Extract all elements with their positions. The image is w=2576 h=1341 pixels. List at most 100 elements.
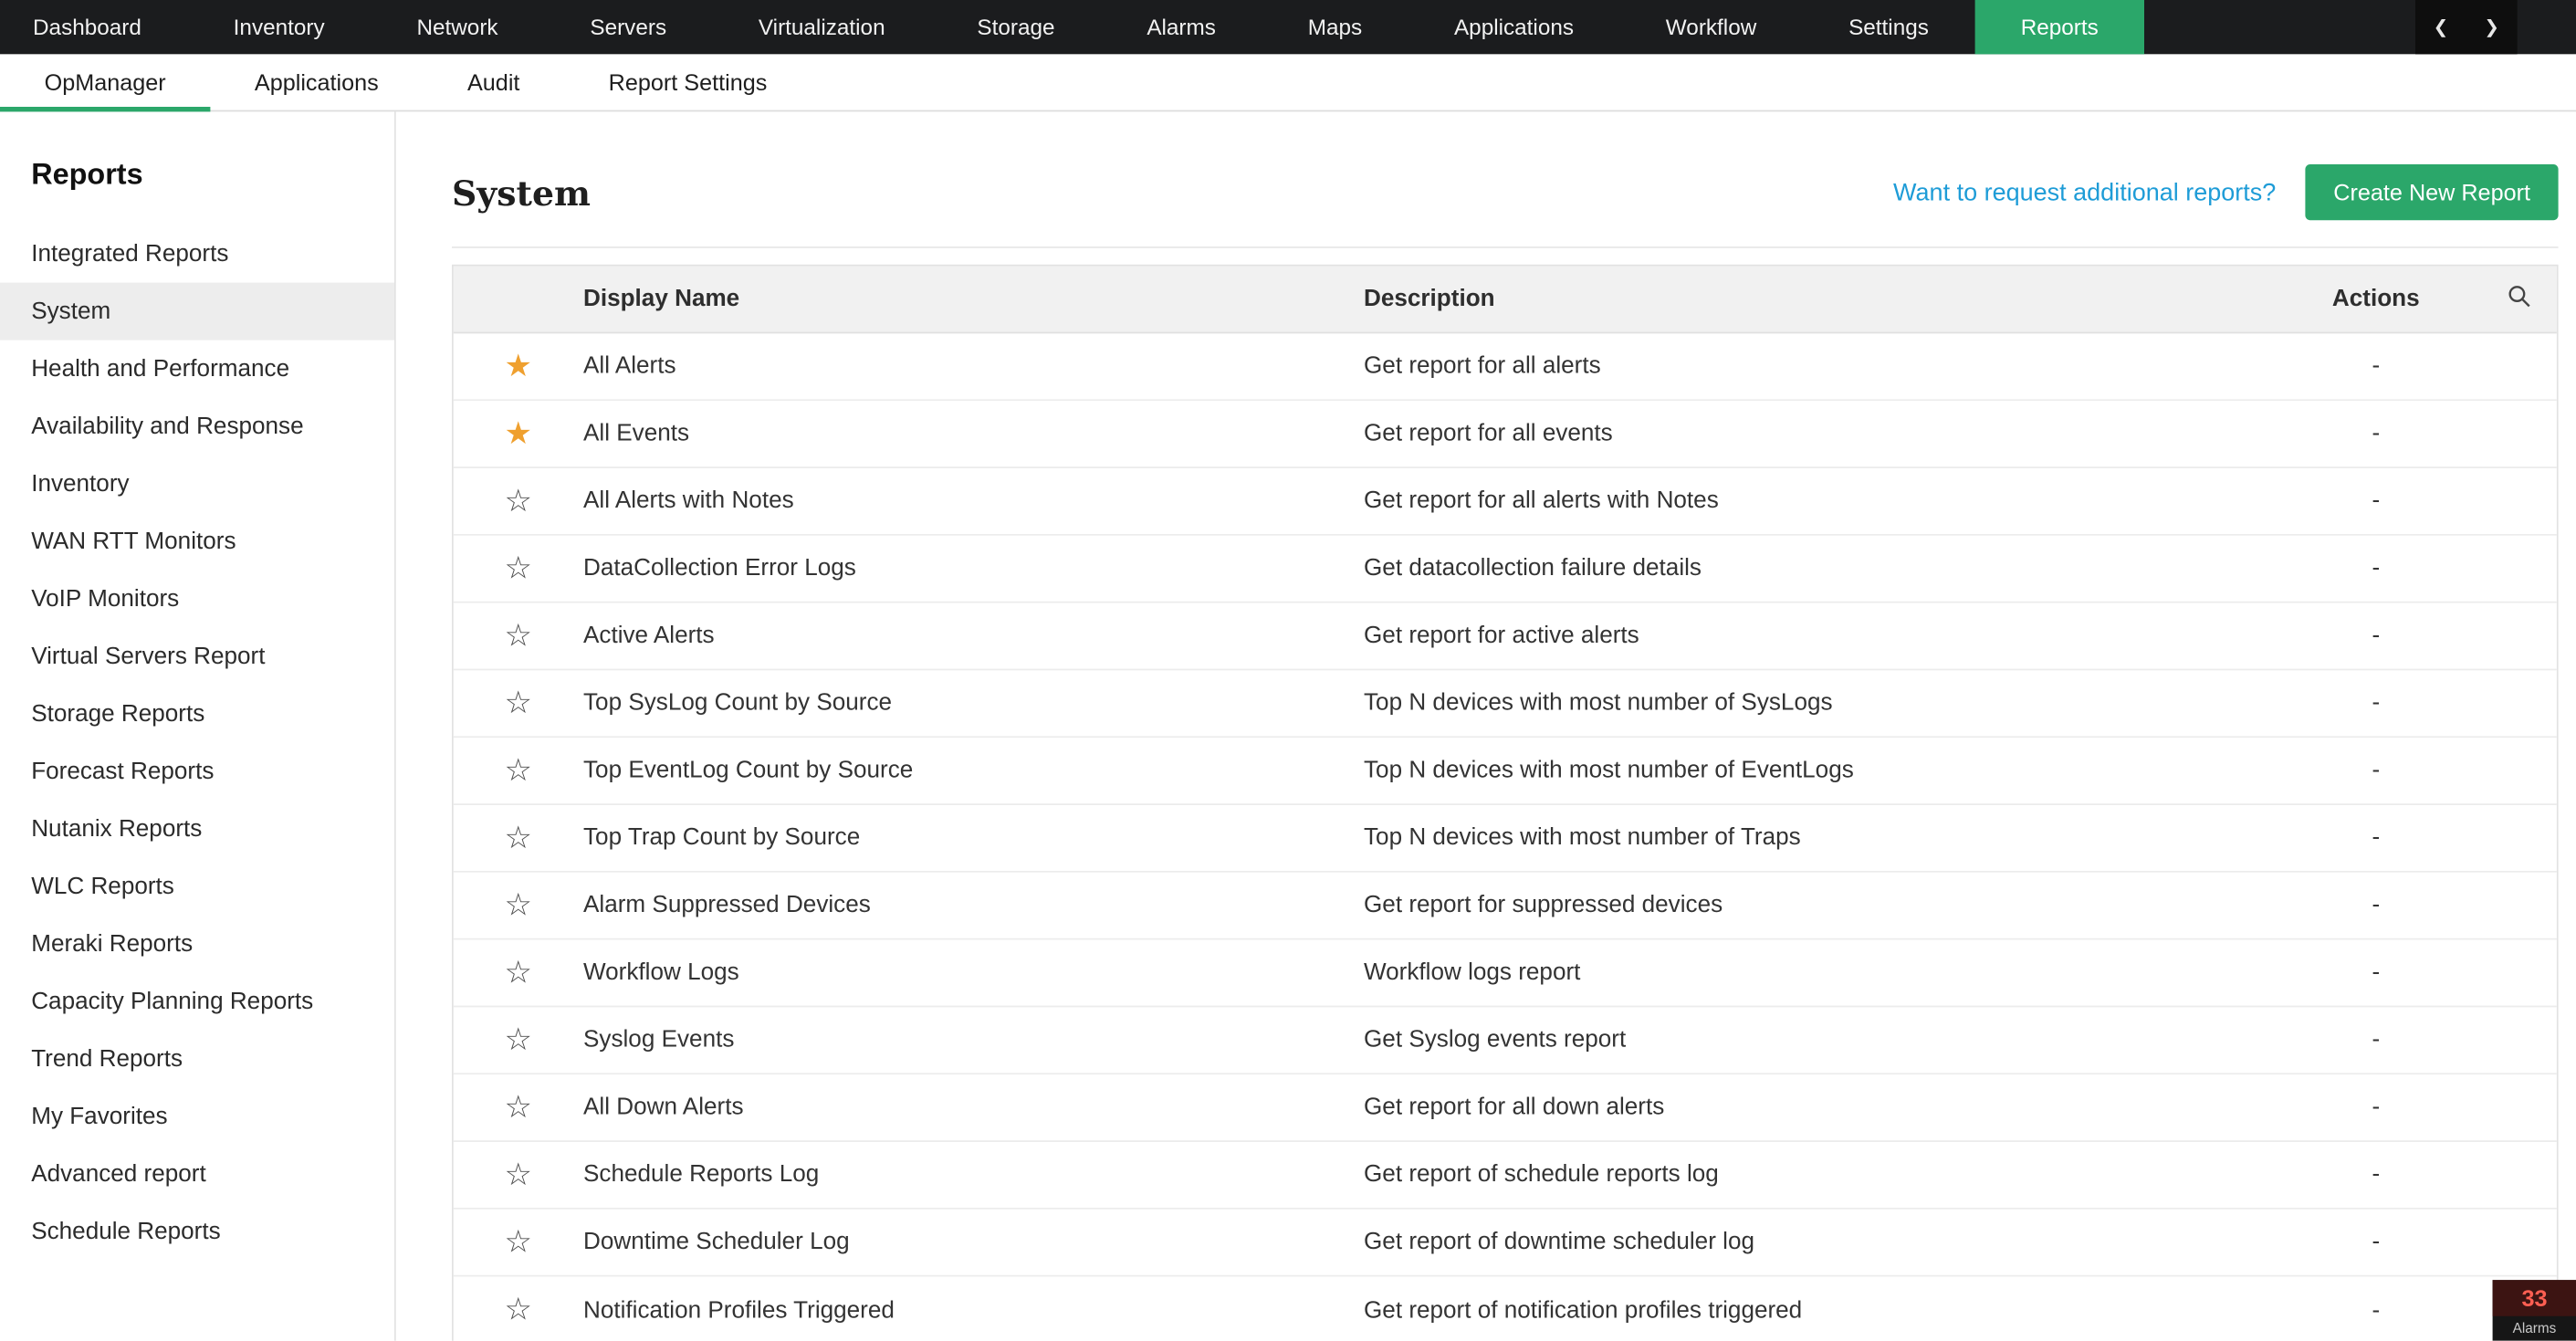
top-nav-item-settings[interactable]: Settings xyxy=(1803,0,1975,54)
favorite-cell: ☆ xyxy=(454,687,583,718)
report-name-link[interactable]: Workflow Logs xyxy=(583,959,1364,986)
sidebar-item-wlc-reports[interactable]: WLC Reports xyxy=(0,858,394,916)
report-description: Top N devices with most number of EventL… xyxy=(1364,758,2269,784)
opmanager-reports-page: DashboardInventoryNetworkServersVirtuali… xyxy=(0,0,2576,1341)
report-name-link[interactable]: Syslog Events xyxy=(583,1027,1364,1053)
report-description: Top N devices with most number of Traps xyxy=(1364,825,2269,852)
request-reports-link[interactable]: Want to request additional reports? xyxy=(1893,178,2276,206)
report-name-link[interactable]: All Events xyxy=(583,421,1364,447)
sidebar-item-health-and-performance[interactable]: Health and Performance xyxy=(0,340,394,398)
sidebar-item-voip-monitors[interactable]: VoIP Monitors xyxy=(0,571,394,628)
favorite-star-filled-icon[interactable]: ★ xyxy=(505,351,533,382)
table-row: ☆Downtime Scheduler LogGet report of dow… xyxy=(454,1210,2557,1277)
column-header-actions[interactable]: Actions xyxy=(2269,286,2483,312)
report-name-link[interactable]: DataCollection Error Logs xyxy=(583,555,1364,581)
sub-nav-item-report-settings[interactable]: Report Settings xyxy=(564,54,812,110)
top-nav-item-inventory[interactable]: Inventory xyxy=(187,0,371,54)
report-actions-value: - xyxy=(2269,488,2483,515)
top-nav-item-virtualization[interactable]: Virtualization xyxy=(712,0,930,54)
column-header-description[interactable]: Description xyxy=(1364,286,2269,312)
report-description: Get report of schedule reports log xyxy=(1364,1162,2269,1189)
favorite-star-outline-icon[interactable]: ☆ xyxy=(505,958,533,989)
sidebar-item-capacity-planning-reports[interactable]: Capacity Planning Reports xyxy=(0,973,394,1031)
favorite-cell: ☆ xyxy=(454,1227,583,1258)
top-nav-item-applications[interactable]: Applications xyxy=(1408,0,1620,54)
favorite-star-outline-icon[interactable]: ☆ xyxy=(505,687,533,718)
sidebar-item-availability-and-response[interactable]: Availability and Response xyxy=(0,398,394,456)
report-name-link[interactable]: Top Trap Count by Source xyxy=(583,825,1364,852)
report-name-link[interactable]: Downtime Scheduler Log xyxy=(583,1229,1364,1255)
report-description: Get datacollection failure details xyxy=(1364,555,2269,581)
report-actions-value: - xyxy=(2269,1095,2483,1121)
report-actions-value: - xyxy=(2269,892,2483,918)
report-name-link[interactable]: All Alerts xyxy=(583,353,1364,380)
table-row: ☆ Schedule Reports LogGet report of sched… xyxy=(454,1142,2557,1210)
favorite-star-outline-icon[interactable]: ☆ xyxy=(505,890,533,921)
favorite-star-outline-icon[interactable]: ☆ xyxy=(505,755,533,786)
favorite-star-outline-icon[interactable]: ☆ xyxy=(505,822,533,854)
report-name-link[interactable]: Active Alerts xyxy=(583,623,1364,649)
report-name-link[interactable]: Alarm Suppressed Devices xyxy=(583,892,1364,918)
sidebar-item-forecast-reports[interactable]: Forecast Reports xyxy=(0,743,394,801)
sub-nav-item-applications[interactable]: Applications xyxy=(210,54,423,110)
report-name-link[interactable]: All Alerts with Notes xyxy=(583,488,1364,515)
sidebar-item-trend-reports[interactable]: Trend Reports xyxy=(0,1031,394,1088)
create-new-report-button[interactable]: Create New Report xyxy=(2306,164,2559,220)
favorite-cell: ☆ xyxy=(454,755,583,786)
sidebar-item-wan-rtt-monitors[interactable]: WAN RTT Monitors xyxy=(0,513,394,571)
report-name-link[interactable]: Top SysLog Count by Source xyxy=(583,690,1364,717)
nav-back-icon[interactable]: ❮ xyxy=(2415,0,2466,54)
sub-nav-item-audit[interactable]: Audit xyxy=(423,54,564,110)
favorite-star-outline-icon[interactable]: ☆ xyxy=(505,1024,533,1055)
report-name-link[interactable]: Schedule Reports Log xyxy=(583,1162,1364,1189)
favorite-cell: ☆ xyxy=(454,890,583,921)
favorite-star-outline-icon[interactable]: ☆ xyxy=(505,1294,533,1325)
favorite-star-outline-icon[interactable]: ☆ xyxy=(505,1092,533,1123)
sidebar-item-storage-reports[interactable]: Storage Reports xyxy=(0,686,394,743)
favorite-star-filled-icon[interactable]: ★ xyxy=(505,418,533,449)
top-nav-item-workflow[interactable]: Workflow xyxy=(1619,0,1802,54)
nav-forward-icon[interactable]: ❯ xyxy=(2466,0,2518,54)
favorite-star-outline-icon[interactable]: ☆ xyxy=(505,621,533,652)
report-name-link[interactable]: Top EventLog Count by Source xyxy=(583,758,1364,784)
alarms-widget[interactable]: 33 Alarms xyxy=(2493,1280,2576,1341)
report-description: Get report for all events xyxy=(1364,421,2269,447)
sidebar-item-schedule-reports[interactable]: Schedule Reports xyxy=(0,1203,394,1261)
report-name-link[interactable]: All Down Alerts xyxy=(583,1095,1364,1121)
sidebar-item-system[interactable]: System xyxy=(0,283,394,340)
sidebar-item-virtual-servers-report[interactable]: Virtual Servers Report xyxy=(0,628,394,686)
top-nav-item-storage[interactable]: Storage xyxy=(931,0,1101,54)
sidebar-item-my-favorites[interactable]: My Favorites xyxy=(0,1088,394,1146)
report-description: Workflow logs report xyxy=(1364,959,2269,986)
top-nav-item-maps[interactable]: Maps xyxy=(1262,0,1408,54)
top-nav-item-servers[interactable]: Servers xyxy=(544,0,713,54)
report-name-link[interactable]: Notification Profiles Triggered xyxy=(583,1297,1364,1324)
favorite-star-outline-icon[interactable]: ☆ xyxy=(505,1227,533,1258)
top-nav-item-reports[interactable]: Reports xyxy=(1974,0,2144,54)
top-nav-item-network[interactable]: Network xyxy=(371,0,544,54)
favorite-cell: ☆ xyxy=(454,621,583,652)
report-description: Get report for all alerts xyxy=(1364,353,2269,380)
report-actions-value: - xyxy=(2269,421,2483,447)
favorite-cell: ☆ xyxy=(454,822,583,854)
sidebar-item-inventory[interactable]: Inventory xyxy=(0,456,394,513)
table-row: ★ All AlertsGet report for all alerts- xyxy=(454,333,2557,401)
top-nav-item-dashboard[interactable]: Dashboard xyxy=(0,0,187,54)
report-actions-value: - xyxy=(2269,353,2483,380)
search-icon[interactable] xyxy=(2508,284,2532,309)
favorite-star-outline-icon[interactable]: ☆ xyxy=(505,486,533,517)
report-description: Get report for all alerts with Notes xyxy=(1364,488,2269,515)
table-row: ★ All EventsGet report for all events- xyxy=(454,401,2557,468)
sidebar-item-nutanix-reports[interactable]: Nutanix Reports xyxy=(0,801,394,858)
sidebar-item-advanced-report[interactable]: Advanced report xyxy=(0,1146,394,1203)
table-row: ☆ Top EventLog Count by SourceTop N devic… xyxy=(454,738,2557,805)
sidebar-item-integrated-reports[interactable]: Integrated Reports xyxy=(0,225,394,283)
favorite-star-outline-icon[interactable]: ☆ xyxy=(505,553,533,584)
favorite-star-outline-icon[interactable]: ☆ xyxy=(505,1159,533,1190)
column-header-display-name[interactable]: Display Name xyxy=(583,286,1364,312)
sub-nav-item-opmanager[interactable]: OpManager xyxy=(0,54,210,110)
report-table: Display Name Description Actions ★ All Al… xyxy=(452,265,2559,1341)
sidebar-item-meraki-reports[interactable]: Meraki Reports xyxy=(0,916,394,973)
top-nav-item-alarms[interactable]: Alarms xyxy=(1101,0,1262,54)
report-description: Top N devices with most number of SysLog… xyxy=(1364,690,2269,717)
